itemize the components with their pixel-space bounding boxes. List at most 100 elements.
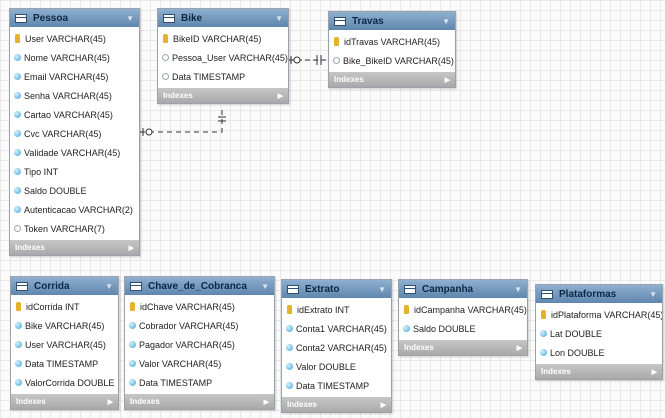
indexes-section[interactable]: Indexes ▶	[11, 394, 118, 409]
column-row[interactable]: Lat DOUBLE	[536, 324, 662, 343]
column-row[interactable]: Conta1 VARCHAR(45)	[282, 319, 391, 338]
table-header[interactable]: Campanha ▼	[399, 280, 527, 298]
table-icon	[163, 13, 175, 23]
collapse-arrow-icon[interactable]: ▼	[442, 17, 450, 26]
column-row[interactable]: User VARCHAR(45)	[11, 335, 118, 354]
column-row[interactable]: BikeID VARCHAR(45)	[158, 29, 288, 48]
table-header[interactable]: Bike ▼	[158, 9, 288, 27]
column-icon	[129, 322, 136, 329]
indexes-section[interactable]: Indexes ▶	[125, 394, 274, 409]
table-bike[interactable]: Bike ▼ BikeID VARCHAR(45) Pessoa_User VA…	[157, 8, 289, 104]
expand-arrow-icon[interactable]: ▶	[517, 344, 522, 352]
table-header[interactable]: Extrato ▼	[282, 280, 391, 298]
column-row[interactable]: Bike_BikeID VARCHAR(45)	[329, 51, 455, 70]
column-icon	[14, 54, 21, 61]
expand-arrow-icon[interactable]: ▶	[652, 368, 657, 376]
column-icon	[15, 360, 22, 367]
table-icon	[16, 281, 28, 291]
indexes-section[interactable]: Indexes ▶	[10, 240, 139, 255]
column-row[interactable]: User VARCHAR(45)	[10, 29, 139, 48]
collapse-arrow-icon[interactable]: ▼	[261, 282, 269, 291]
column-row[interactable]: idCampanha VARCHAR(45)	[399, 300, 527, 319]
column-row[interactable]: Valor VARCHAR(45)	[125, 354, 274, 373]
column-row[interactable]: Lon DOUBLE	[536, 343, 662, 362]
table-header[interactable]: Chave_de_Cobranca ▼	[125, 277, 274, 295]
column-text: Pessoa_User VARCHAR(45)	[172, 52, 288, 63]
primary-key-icon	[404, 305, 409, 314]
column-row[interactable]: Data TIMESTAMP	[125, 373, 274, 392]
column-text: Data TIMESTAMP	[172, 71, 246, 82]
column-row[interactable]: ValorCorrida DOUBLE	[11, 373, 118, 392]
column-row[interactable]: Tipo INT	[10, 162, 139, 181]
collapse-arrow-icon[interactable]: ▼	[126, 14, 134, 23]
table-header[interactable]: Pessoa ▼	[10, 9, 139, 27]
indexes-section[interactable]: Indexes ▶	[158, 88, 288, 103]
column-row[interactable]: Senha VARCHAR(45)	[10, 86, 139, 105]
indexes-section[interactable]: Indexes ▶	[399, 340, 527, 355]
column-row[interactable]: Cobrador VARCHAR(45)	[125, 316, 274, 335]
expand-arrow-icon[interactable]: ▶	[445, 76, 450, 84]
table-chave-de-cobranca[interactable]: Chave_de_Cobranca ▼ idChave VARCHAR(45) …	[124, 276, 275, 410]
expand-arrow-icon[interactable]: ▶	[278, 92, 283, 100]
column-row[interactable]: Autenticacao VARCHAR(2)	[10, 200, 139, 219]
indexes-label: Indexes	[334, 75, 364, 84]
collapse-arrow-icon[interactable]: ▼	[649, 290, 657, 299]
table-travas[interactable]: Travas ▼ idTravas VARCHAR(45) Bike_BikeI…	[328, 11, 456, 88]
expand-arrow-icon[interactable]: ▶	[108, 398, 113, 406]
column-row[interactable]: idPlataforma VARCHAR(45)	[536, 305, 662, 324]
collapse-arrow-icon[interactable]: ▼	[105, 282, 113, 291]
indexes-section[interactable]: Indexes ▶	[282, 397, 391, 412]
column-row[interactable]: Data TIMESTAMP	[158, 67, 288, 86]
column-row[interactable]: Conta2 VARCHAR(45)	[282, 338, 391, 357]
table-plataformas[interactable]: Plataformas ▼ idPlataforma VARCHAR(45) L…	[535, 284, 663, 380]
nullable-column-icon	[162, 54, 169, 61]
column-row[interactable]: Cartao VARCHAR(45)	[10, 105, 139, 124]
column-icon	[286, 325, 293, 332]
collapse-arrow-icon[interactable]: ▼	[514, 285, 522, 294]
table-header[interactable]: Plataformas ▼	[536, 285, 662, 303]
column-row[interactable]: idCorrida INT	[11, 297, 118, 316]
column-row[interactable]: Bike VARCHAR(45)	[11, 316, 118, 335]
table-campanha[interactable]: Campanha ▼ idCampanha VARCHAR(45) Saldo …	[398, 279, 528, 356]
column-icon	[14, 73, 21, 80]
collapse-arrow-icon[interactable]: ▼	[378, 285, 386, 294]
collapse-arrow-icon[interactable]: ▼	[275, 14, 283, 23]
expand-arrow-icon[interactable]: ▶	[129, 244, 134, 252]
table-header[interactable]: Travas ▼	[329, 12, 455, 30]
column-list: idCampanha VARCHAR(45) Saldo DOUBLE	[399, 298, 527, 340]
column-list: idPlataforma VARCHAR(45) Lat DOUBLE Lon …	[536, 303, 662, 364]
primary-key-icon	[15, 34, 20, 43]
expand-arrow-icon[interactable]: ▶	[381, 401, 386, 409]
column-row[interactable]: Data TIMESTAMP	[11, 354, 118, 373]
column-text: User VARCHAR(45)	[25, 33, 106, 44]
indexes-label: Indexes	[15, 243, 45, 252]
indexes-section[interactable]: Indexes ▶	[329, 72, 455, 87]
expand-arrow-icon[interactable]: ▶	[264, 398, 269, 406]
column-text: Lat DOUBLE	[550, 328, 603, 339]
column-row[interactable]: idChave VARCHAR(45)	[125, 297, 274, 316]
column-row[interactable]: Data TIMESTAMP	[282, 376, 391, 395]
column-row[interactable]: idTravas VARCHAR(45)	[329, 32, 455, 51]
primary-key-icon	[163, 34, 168, 43]
column-row[interactable]: Validade VARCHAR(45)	[10, 143, 139, 162]
column-text: ValorCorrida DOUBLE	[25, 377, 115, 388]
primary-key-icon	[130, 302, 135, 311]
table-extrato[interactable]: Extrato ▼ idExtrato INT Conta1 VARCHAR(4…	[281, 279, 392, 413]
column-icon	[14, 92, 21, 99]
indexes-section[interactable]: Indexes ▶	[536, 364, 662, 379]
column-row[interactable]: Pessoa_User VARCHAR(45)	[158, 48, 288, 67]
column-row[interactable]: Pagador VARCHAR(45)	[125, 335, 274, 354]
table-pessoa[interactable]: Pessoa ▼ User VARCHAR(45) Nome VARCHAR(4…	[9, 8, 140, 256]
indexes-label: Indexes	[16, 397, 46, 406]
column-row[interactable]: idExtrato INT	[282, 300, 391, 319]
column-row[interactable]: Cvc VARCHAR(45)	[10, 124, 139, 143]
column-row[interactable]: Token VARCHAR(7)	[10, 219, 139, 238]
column-row[interactable]: Valor DOUBLE	[282, 357, 391, 376]
column-row[interactable]: Saldo DOUBLE	[10, 181, 139, 200]
column-row[interactable]: Email VARCHAR(45)	[10, 67, 139, 86]
column-row[interactable]: Nome VARCHAR(45)	[10, 48, 139, 67]
table-corrida[interactable]: Corrida ▼ idCorrida INT Bike VARCHAR(45)…	[10, 276, 119, 410]
table-header[interactable]: Corrida ▼	[11, 277, 118, 295]
column-text: Conta2 VARCHAR(45)	[296, 342, 387, 353]
column-row[interactable]: Saldo DOUBLE	[399, 319, 527, 338]
